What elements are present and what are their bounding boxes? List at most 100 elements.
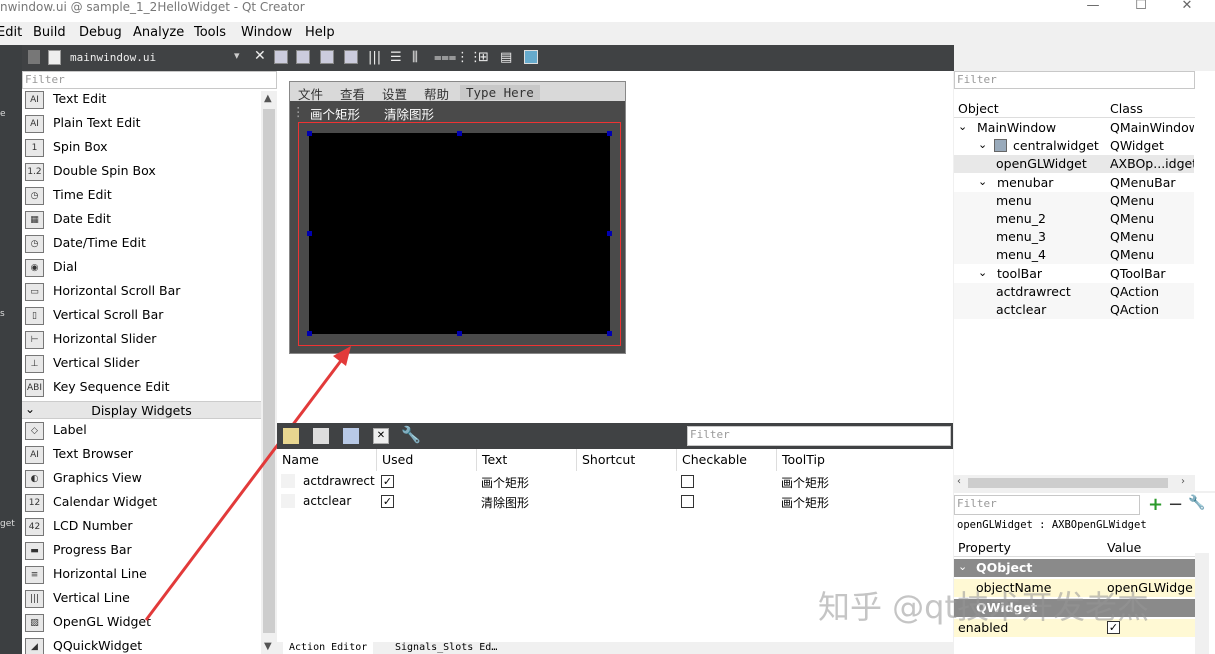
open-file-name[interactable]: mainwindow.ui — [70, 51, 156, 64]
widget-list-item[interactable]: 1 Spin Box — [22, 136, 260, 160]
edit-widgets-icon[interactable] — [274, 50, 288, 64]
object-filter-input[interactable]: Filter — [954, 71, 1195, 89]
chevron-down-icon[interactable]: ▾ — [234, 49, 240, 62]
tree-item[interactable]: openGLWidget AXBOp...idget — [954, 155, 1194, 174]
widget-list-item[interactable]: ▭ Horizontal Scroll Bar — [22, 280, 260, 304]
checkable-checkbox[interactable] — [681, 495, 694, 508]
paste-icon[interactable] — [343, 428, 359, 444]
widget-list-item[interactable]: ◷ Time Edit — [22, 184, 260, 208]
group-qobject[interactable]: ⌄ QObject — [954, 559, 1195, 577]
col-text[interactable]: Text — [477, 449, 577, 471]
widget-list-item[interactable]: ◢ QQuickWidget — [22, 635, 260, 654]
mode-label[interactable]: get — [0, 519, 15, 529]
opengl-widget[interactable] — [307, 131, 612, 336]
menu-window[interactable]: Window — [241, 25, 292, 40]
col-used[interactable]: Used — [377, 449, 477, 471]
toolbar-action-clear[interactable]: 清除图形 — [384, 104, 434, 123]
col-class[interactable]: Class — [1110, 101, 1143, 116]
widget-list-item[interactable]: ABI Key Sequence Edit — [22, 376, 260, 400]
new-action-icon[interactable] — [283, 428, 299, 444]
delete-icon[interactable]: ✕ — [373, 428, 389, 444]
edit-buddies-icon[interactable] — [320, 50, 334, 64]
table-row[interactable]: actclear ✓ 清除图形 画个矩形 — [277, 491, 953, 511]
mode-label[interactable]: e — [0, 109, 6, 119]
menu-help[interactable]: Help — [305, 25, 335, 40]
resize-handle[interactable] — [607, 131, 612, 136]
resize-handle[interactable] — [607, 231, 612, 236]
widget-list-item[interactable]: ⊥ Vertical Slider — [22, 352, 260, 376]
widget-list-item[interactable]: ◐ Graphics View — [22, 467, 260, 491]
action-filter-input[interactable]: Filter — [687, 426, 951, 446]
chevron-down-icon[interactable]: ⌄ — [978, 266, 987, 279]
col-checkable[interactable]: Checkable — [677, 449, 777, 471]
widget-list-item[interactable]: AI Plain Text Edit — [22, 112, 260, 136]
scroll-up-icon[interactable]: ▲ — [264, 93, 272, 104]
menu-tools[interactable]: Tools — [194, 25, 226, 40]
table-row[interactable]: actdrawrect ✓ 画个矩形 画个矩形 — [277, 471, 953, 491]
property-filter-input[interactable]: Filter — [954, 495, 1140, 515]
widget-list-item[interactable]: AI Text Browser — [22, 443, 260, 467]
main-window-form[interactable]: 文件 查看 设置 帮助 Type Here ⋮ 画个矩形 清除图形 — [289, 81, 626, 354]
menu-analyze[interactable]: Analyze — [133, 25, 184, 40]
configure-icon[interactable]: 🔧 — [401, 425, 421, 444]
chevron-down-icon[interactable]: ⌄ — [958, 120, 967, 133]
break-layout-icon[interactable]: ▤ — [500, 50, 512, 65]
tab-signals-slots[interactable]: Signals_Slots Ed… — [395, 642, 497, 654]
widget-list-item[interactable]: ◷ Date/Time Edit — [22, 232, 260, 256]
remove-property-icon[interactable]: − — [1168, 494, 1183, 515]
minimize-button[interactable]: — — [1078, 0, 1108, 14]
menu-build[interactable]: Build — [33, 25, 66, 40]
chevron-down-icon[interactable]: ⌄ — [978, 138, 987, 151]
mode-label[interactable]: s — [0, 309, 5, 319]
used-checkbox[interactable]: ✓ — [381, 475, 394, 488]
copy-icon[interactable] — [313, 428, 329, 444]
tree-item[interactable]: menu_2 QMenu — [954, 210, 1194, 228]
layout-vertical-icon[interactable]: ☰ — [390, 50, 402, 65]
layout-grid-icon[interactable]: ⊞ — [478, 50, 489, 65]
tree-item[interactable]: menu_4 QMenu — [954, 246, 1194, 265]
widget-list-item[interactable]: ◇ Label — [22, 419, 260, 443]
scroll-right-icon[interactable]: › — [1181, 476, 1185, 487]
scroll-thumb[interactable] — [263, 109, 275, 633]
scroll-thumb[interactable] — [968, 478, 1168, 488]
col-value[interactable]: Value — [1107, 540, 1141, 555]
tree-item[interactable]: ⌄ menubar QMenuBar — [954, 174, 1194, 192]
add-property-icon[interactable]: + — [1148, 494, 1163, 515]
configure-icon[interactable]: 🔧 — [1188, 495, 1205, 511]
tree-item[interactable]: actclear QAction — [954, 301, 1194, 319]
category-header[interactable]: ⌄ Display Widgets — [22, 401, 261, 419]
widget-list-item[interactable]: ◉ Dial — [22, 256, 260, 280]
tree-item[interactable]: ⌄ MainWindow QMainWindow — [954, 119, 1194, 137]
resize-handle[interactable] — [457, 131, 462, 136]
tree-item[interactable]: ⌄ centralwidget QWidget — [954, 137, 1194, 155]
col-property[interactable]: Property — [958, 540, 1011, 555]
tab-action-editor[interactable]: Action Editor — [283, 642, 374, 654]
col-shortcut[interactable]: Shortcut — [577, 449, 677, 471]
resize-handle[interactable] — [607, 331, 612, 336]
widget-list-item[interactable]: ≡ Horizontal Line — [22, 563, 260, 587]
tree-item[interactable]: ⌄ toolBar QToolBar — [954, 265, 1194, 283]
resize-handle[interactable] — [307, 231, 312, 236]
layout-split-h-icon[interactable]: ⫼ — [412, 50, 418, 65]
maximize-button[interactable]: ☐ — [1126, 0, 1156, 14]
col-name[interactable]: Name — [277, 449, 377, 471]
close-document-button[interactable]: ✕ — [254, 48, 266, 64]
edit-tab-order-icon[interactable] — [344, 50, 358, 64]
resize-handle[interactable] — [307, 131, 312, 136]
widget-list-item[interactable]: ▯ Vertical Scroll Bar — [22, 304, 260, 328]
object-hscrollbar[interactable]: ‹ › — [954, 475, 1195, 491]
tree-item[interactable]: actdrawrect QAction — [954, 282, 1194, 301]
widget-list-item[interactable]: 12 Calendar Widget — [22, 491, 260, 515]
tree-item[interactable]: menu QMenu — [954, 191, 1194, 210]
widget-list-item[interactable]: ▦ Date Edit — [22, 208, 260, 232]
widget-list-item[interactable]: ▬ Progress Bar — [22, 539, 260, 563]
widget-list-item[interactable]: 1.2 Double Spin Box — [22, 160, 260, 184]
property-scrollbar[interactable] — [1195, 553, 1209, 654]
edit-signals-icon[interactable] — [296, 50, 310, 64]
close-window-button[interactable]: ✕ — [1172, 0, 1202, 14]
resize-handle[interactable] — [307, 331, 312, 336]
menu-edit[interactable]: Edit — [0, 25, 22, 40]
widget-list-item[interactable]: ⊢ Horizontal Slider — [22, 328, 260, 352]
widget-list-item[interactable]: AI Text Edit — [22, 91, 260, 112]
widget-filter-input[interactable]: Filter — [22, 71, 277, 89]
